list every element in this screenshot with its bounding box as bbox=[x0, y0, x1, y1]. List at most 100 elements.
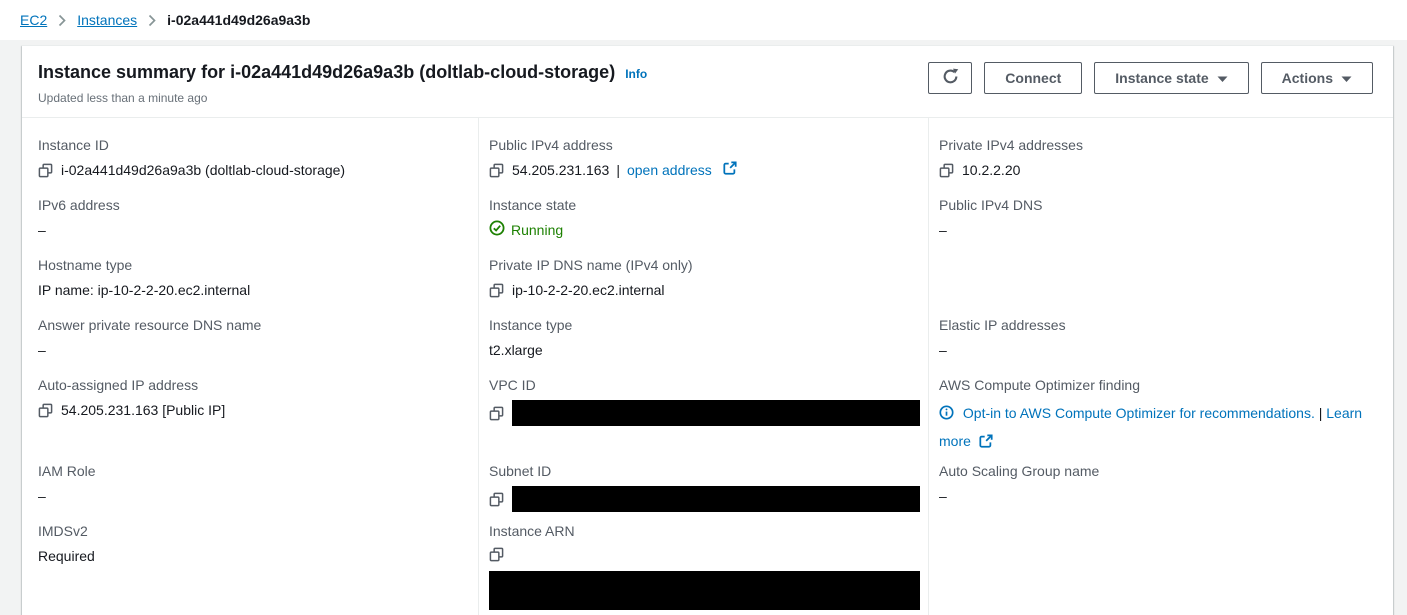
field-label: Answer private resource DNS name bbox=[38, 315, 470, 335]
instance-state-button-label: Instance state bbox=[1115, 70, 1208, 86]
field-label: IPv6 address bbox=[38, 195, 470, 215]
field-elastic-ip: Elastic IP addresses – bbox=[939, 315, 1385, 375]
instance-id-value: i-02a441d49d26a9a3b (doltlab-cloud-stora… bbox=[61, 160, 345, 181]
field-label: Instance ID bbox=[38, 135, 470, 155]
field-label: IMDSv2 bbox=[38, 521, 470, 541]
field-subnet-id: Subnet ID bbox=[489, 461, 920, 521]
actions-button-label: Actions bbox=[1282, 70, 1333, 86]
copy-icon[interactable] bbox=[489, 283, 505, 299]
field-label: Instance ARN bbox=[489, 521, 920, 541]
caret-down-icon bbox=[1341, 70, 1352, 86]
page-title: Instance summary for i-02a441d49d26a9a3b… bbox=[38, 60, 615, 84]
panel-header: Instance summary for i-02a441d49d26a9a3b… bbox=[22, 46, 1393, 118]
field-instance-type: Instance type t2.xlarge bbox=[489, 315, 920, 375]
field-iam-role: IAM Role – bbox=[38, 461, 470, 521]
updated-status-text: Updated less than a minute ago bbox=[38, 91, 647, 105]
copy-icon[interactable] bbox=[489, 405, 505, 421]
public-ipv4-value: 54.205.231.163 bbox=[512, 160, 609, 181]
instance-arn-redacted-value bbox=[489, 571, 920, 610]
copy-icon[interactable] bbox=[939, 163, 955, 179]
connect-button[interactable]: Connect bbox=[984, 62, 1082, 94]
field-label: AWS Compute Optimizer finding bbox=[939, 375, 1385, 395]
field-label: Auto Scaling Group name bbox=[939, 461, 1385, 481]
instance-state-value: Running bbox=[511, 222, 563, 238]
breadcrumb-current-instance: i-02a441d49d26a9a3b bbox=[167, 12, 310, 28]
field-private-ipv4-addresses: Private IPv4 addresses 10.2.2.20 bbox=[939, 135, 1385, 195]
summary-grid: Instance ID i-02a441d49d26a9a3b (doltlab… bbox=[22, 118, 1393, 615]
copy-icon[interactable] bbox=[38, 163, 54, 179]
copy-icon[interactable] bbox=[38, 403, 54, 419]
instance-state-button[interactable]: Instance state bbox=[1094, 62, 1248, 94]
panel-header-left: Instance summary for i-02a441d49d26a9a3b… bbox=[38, 60, 647, 105]
ipv6-value: – bbox=[38, 220, 470, 241]
refresh-button[interactable] bbox=[928, 62, 972, 94]
vpc-id-redacted-value bbox=[512, 400, 920, 426]
field-label: Hostname type bbox=[38, 255, 470, 275]
summary-column-2: Public IPv4 address 54.205.231.163 | ope… bbox=[478, 118, 928, 615]
caret-down-icon bbox=[1217, 70, 1228, 86]
refresh-icon bbox=[942, 68, 959, 88]
field-ipv6-address: IPv6 address – bbox=[38, 195, 470, 255]
field-vpc-id: VPC ID bbox=[489, 375, 920, 461]
iam-role-value: – bbox=[38, 486, 470, 507]
value-separator: | bbox=[616, 160, 620, 181]
connect-button-label: Connect bbox=[1005, 70, 1061, 86]
instance-type-value: t2.xlarge bbox=[489, 340, 920, 361]
field-label: Private IPv4 addresses bbox=[939, 135, 1385, 155]
check-circle-icon bbox=[489, 220, 505, 239]
external-link-icon bbox=[723, 160, 737, 181]
copy-icon[interactable] bbox=[489, 163, 505, 179]
field-label: Public IPv4 address bbox=[489, 135, 920, 155]
info-circle-icon bbox=[939, 407, 958, 423]
optimizer-opt-in-link[interactable]: Opt-in to AWS Compute Optimizer for reco… bbox=[963, 405, 1315, 421]
elastic-ip-value: – bbox=[939, 340, 1385, 361]
field-label: Public IPv4 DNS bbox=[939, 195, 1385, 215]
private-dns-value: ip-10-2-2-20.ec2.internal bbox=[512, 280, 665, 301]
copy-icon[interactable] bbox=[489, 491, 505, 507]
public-ipv4-dns-value: – bbox=[939, 220, 1385, 241]
breadcrumb-ec2[interactable]: EC2 bbox=[20, 12, 47, 28]
actions-button[interactable]: Actions bbox=[1261, 62, 1373, 94]
private-ipv4-value: 10.2.2.20 bbox=[962, 160, 1020, 181]
header-actions: Connect Instance state Actions bbox=[928, 60, 1373, 94]
external-link-icon bbox=[975, 435, 993, 451]
field-label: IAM Role bbox=[38, 461, 470, 481]
info-link[interactable]: Info bbox=[625, 67, 647, 81]
field-label: Auto-assigned IP address bbox=[38, 375, 470, 395]
breadcrumb: EC2 Instances i-02a441d49d26a9a3b bbox=[0, 0, 1407, 40]
field-hostname-type: Hostname type IP name: ip-10-2-2-20.ec2.… bbox=[38, 255, 470, 315]
field-imdsv2: IMDSv2 Required bbox=[38, 521, 470, 581]
breadcrumb-chevron-icon bbox=[58, 14, 66, 27]
field-compute-optimizer: AWS Compute Optimizer finding Opt-in to … bbox=[939, 375, 1385, 461]
field-label: Instance type bbox=[489, 315, 920, 335]
breadcrumb-chevron-icon bbox=[148, 14, 156, 27]
hostname-type-value: IP name: ip-10-2-2-20.ec2.internal bbox=[38, 280, 470, 301]
asg-name-value: – bbox=[939, 486, 1385, 507]
field-label: Instance state bbox=[489, 195, 920, 215]
open-address-link[interactable]: open address bbox=[627, 160, 712, 181]
summary-column-1: Instance ID i-02a441d49d26a9a3b (doltlab… bbox=[22, 118, 478, 615]
field-public-ipv4-dns: Public IPv4 DNS – bbox=[939, 195, 1385, 255]
field-auto-assigned-ip: Auto-assigned IP address 54.205.231.163 … bbox=[38, 375, 470, 461]
field-private-dns: Private IP DNS name (IPv4 only) ip-10-2-… bbox=[489, 255, 920, 315]
field-label: Private IP DNS name (IPv4 only) bbox=[489, 255, 920, 275]
field-label: VPC ID bbox=[489, 375, 920, 395]
field-instance-state: Instance state Running bbox=[489, 195, 920, 255]
imdsv2-value: Required bbox=[38, 546, 470, 567]
field-asg-name: Auto Scaling Group name – bbox=[939, 461, 1385, 521]
auto-assigned-ip-value: 54.205.231.163 [Public IP] bbox=[61, 400, 225, 421]
breadcrumb-instances[interactable]: Instances bbox=[77, 12, 137, 28]
answer-private-dns-value: – bbox=[38, 340, 470, 361]
copy-icon[interactable] bbox=[489, 546, 505, 562]
subnet-id-redacted-value bbox=[512, 486, 920, 512]
field-label: Elastic IP addresses bbox=[939, 315, 1385, 335]
field-answer-private-dns: Answer private resource DNS name – bbox=[38, 315, 470, 375]
field-instance-id: Instance ID i-02a441d49d26a9a3b (doltlab… bbox=[38, 135, 470, 195]
field-label: Subnet ID bbox=[489, 461, 920, 481]
field-instance-arn: Instance ARN bbox=[489, 521, 920, 610]
instance-summary-panel: Instance summary for i-02a441d49d26a9a3b… bbox=[22, 45, 1393, 615]
value-separator: | bbox=[1319, 405, 1323, 421]
empty-slot bbox=[939, 255, 1385, 315]
summary-column-3: Private IPv4 addresses 10.2.2.20 Public … bbox=[928, 118, 1393, 615]
field-public-ipv4-address: Public IPv4 address 54.205.231.163 | ope… bbox=[489, 135, 920, 195]
